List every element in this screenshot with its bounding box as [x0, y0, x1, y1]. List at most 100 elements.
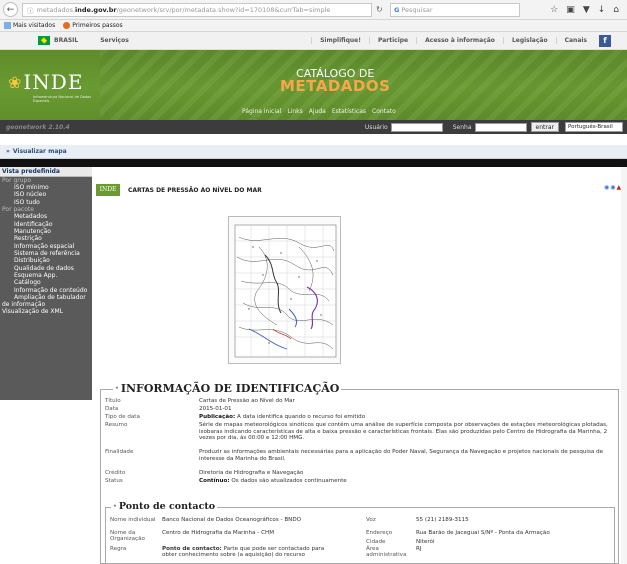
contact-role-key: Regra — [110, 546, 127, 552]
sidebar-item-content[interactable]: Informação de conteúdo — [0, 287, 92, 294]
divider-bar — [0, 159, 627, 167]
sidebar-item-xml[interactable]: Visualização de XML — [0, 308, 92, 315]
sidebar-item-maintenance[interactable]: Manutenção — [0, 228, 92, 235]
user-input[interactable] — [390, 122, 443, 132]
gov-link-legislacao[interactable]: Legislação — [502, 37, 556, 44]
identification-legend[interactable]: • INFORMAÇÃO DE IDENTIFICAÇÃO — [113, 382, 342, 395]
facebook-icon[interactable]: f — [599, 34, 611, 47]
geonetwork-version: geonetwork 2.10.4 — [6, 123, 70, 131]
sidebar-item-distribution[interactable]: Distribuição — [0, 257, 92, 264]
back-arrow-icon: ← — [6, 4, 15, 15]
contact-area-value: RJ — [416, 546, 422, 552]
browser-search-input[interactable]: G Pesquisar — [390, 2, 520, 17]
inde-logo-text: INDE — [23, 70, 84, 94]
nav-stats[interactable]: Estatísticas — [332, 108, 366, 115]
servicos-link[interactable]: Serviços — [100, 37, 129, 44]
field-value: Série de mapas meteorológicos sinóticos … — [199, 422, 608, 441]
gov-link-simplifique[interactable]: Simplifique! — [311, 37, 369, 44]
nav-contact[interactable]: Contato — [372, 108, 396, 115]
firefox-icon — [63, 22, 71, 29]
metadata-main: INDE CARTAS DE PRESSÃO AO NÍVEL DO MAR ◉… — [92, 167, 627, 564]
contact-city-value: Niterói — [416, 539, 435, 545]
download-icon[interactable]: ↓ — [598, 5, 606, 15]
field-value: Produzir as informações ambientais neces… — [199, 449, 604, 462]
gov-link-participe[interactable]: Participe — [368, 37, 416, 44]
password-input[interactable] — [474, 122, 527, 132]
contact-individual-key: Nome individual — [110, 517, 156, 523]
weather-map-image — [234, 224, 337, 358]
browser-toolbar: ← ⓘ metadados. inde.gov.br/geonetwork/srv… — [0, 0, 627, 20]
pocket-icon[interactable]: ▼ — [583, 5, 590, 15]
sidebar-item-iso-min[interactable]: ISO mínimo — [0, 184, 92, 191]
nav-help[interactable]: Ajuda — [309, 108, 326, 115]
reload-icon[interactable]: ↻ — [376, 5, 386, 14]
sidebar-item-iso-core[interactable]: ISO núcleo — [0, 191, 92, 198]
record-header: INDE CARTAS DE PRESSÃO AO NÍVEL DO MAR — [96, 184, 262, 196]
view-alt-icon[interactable]: ◉ — [610, 184, 615, 191]
record-title: CARTAS DE PRESSÃO AO NÍVEL DO MAR — [128, 186, 262, 194]
expand-map-icon: » — [6, 148, 10, 155]
view-map-link[interactable]: Visualizar mapa — [13, 148, 67, 155]
record-thumbnail[interactable] — [228, 216, 341, 364]
sidebar-item-constraints[interactable]: Restrição — [0, 235, 92, 242]
contact-city-key: Cidade — [366, 539, 386, 545]
sidebar-item-app-schema[interactable]: Esquema App. — [0, 272, 92, 279]
address-bar[interactable]: ⓘ metadados. inde.gov.br/geonetwork/srv/p… — [22, 2, 372, 17]
gov-link-canais[interactable]: Canais — [555, 37, 595, 44]
sidebar-item-metadata[interactable]: Metadados — [0, 213, 92, 220]
identification-title: INFORMAÇÃO DE IDENTIFICAÇÃO — [120, 382, 340, 395]
login-bar: geonetwork 2.10.4 Usuário Senha entrar P… — [0, 120, 627, 134]
home-icon[interactable]: ⌂ — [613, 5, 619, 15]
inde-logo[interactable]: ❀ INDE — [8, 70, 83, 94]
identification-section: • INFORMAÇÃO DE IDENTIFICAÇÃO Título Car… — [100, 382, 619, 564]
brazil-flag-icon — [38, 36, 50, 45]
field-key: Título — [105, 398, 121, 404]
contact-role-value: Ponto de contacto: Parte que pode ser co… — [162, 546, 332, 558]
catalog-title-line2: METADADOS — [280, 77, 391, 95]
contact-legend[interactable]: • Ponto de contacto — [111, 501, 218, 512]
language-select[interactable]: Português-Brasil — [565, 122, 623, 132]
sidebar-item-iso-all[interactable]: ISO tudo — [0, 199, 92, 206]
toolbar-icons: ☆ ▣ ▼ ↓ ⌂ — [550, 5, 619, 15]
map-strip: » Visualizar mapa — [0, 145, 627, 159]
search-placeholder: Pesquisar — [401, 5, 433, 14]
gov-link-acesso[interactable]: Acesso à informação — [416, 37, 503, 44]
field-value: Cartas de Pressão ao Nível do Mar — [199, 398, 295, 404]
sidebar-item-extension[interactable]: Ampliação de tabulador de informação — [0, 294, 92, 308]
sidebar-item-spatial[interactable]: Informação espacial — [0, 243, 92, 250]
user-label: Usuário — [364, 123, 388, 131]
bookmarks-bar: Mais visitados Primeiros passos — [0, 20, 627, 32]
url-path: /geonetwork/srv/por/metadata.show?id=170… — [116, 5, 331, 14]
contact-address-value: Rua Barão de Jaceguai S/Nº - Ponta da Ar… — [416, 530, 550, 536]
bookmark-star-icon[interactable]: ☆ — [550, 5, 558, 15]
page-scrollbar[interactable] — [621, 167, 627, 564]
nav-links[interactable]: Links — [287, 108, 302, 115]
field-value-text: Os dados são atualizados continuamente — [229, 478, 347, 484]
library-icon[interactable]: ▣ — [566, 5, 575, 15]
back-button[interactable]: ← — [3, 2, 18, 17]
info-icon: ⓘ — [27, 6, 34, 15]
url-prefix: metadados. — [36, 5, 76, 14]
sidebar-item-quality[interactable]: Qualidade de dados — [0, 265, 92, 272]
view-icon[interactable]: ◉ — [604, 184, 609, 191]
bookmark-most-visited[interactable]: Mais visitados — [4, 22, 55, 29]
field-key: Crédito — [105, 470, 126, 476]
gov-links: Simplifique! Participe Acesso à informaç… — [311, 34, 627, 47]
inde-leaf-icon: ❀ — [8, 72, 22, 92]
sidebar-item-catalog[interactable]: Catálogo — [0, 279, 92, 286]
contact-title: Ponto de contacto — [118, 501, 216, 512]
bookmark-getting-started[interactable]: Primeiros passos — [63, 22, 123, 29]
contact-address-key: Endereço — [366, 530, 393, 536]
login-button[interactable]: entrar — [530, 122, 559, 132]
brasil-label: BRASIL — [54, 37, 79, 44]
nav-home[interactable]: Página inicial — [242, 108, 281, 115]
record-logo: INDE — [96, 184, 120, 196]
brasil-link[interactable]: BRASIL — [38, 36, 78, 45]
contact-org-value: Centro de Hidrografia da Marinha - CHM — [162, 530, 275, 536]
collapse-icon: • — [113, 503, 117, 510]
catalog-title: CATÁLOGO DE METADADOS — [280, 68, 391, 95]
sidebar-item-refsys[interactable]: Sistema de referência — [0, 250, 92, 257]
sidebar-item-identification[interactable]: Identificação — [0, 221, 92, 228]
field-value: 2015-01-01 — [199, 406, 232, 412]
sidebar-group-package: Por pacote — [2, 206, 34, 214]
